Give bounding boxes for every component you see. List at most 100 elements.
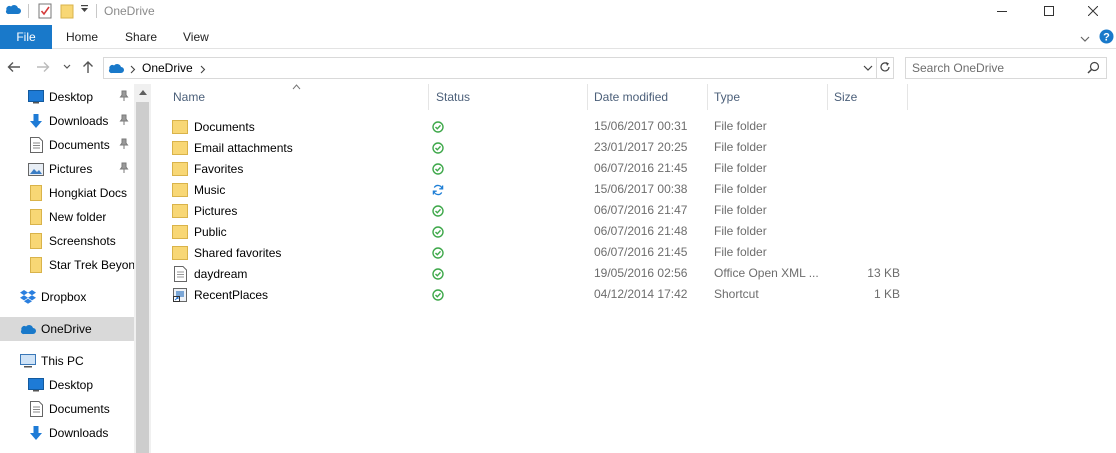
folder-icon [172, 224, 188, 240]
file-type: File folder [714, 119, 767, 133]
search-icon[interactable] [1087, 61, 1100, 77]
breadcrumb-onedrive[interactable]: OneDrive [142, 61, 193, 75]
pin-icon[interactable] [119, 114, 129, 129]
table-row[interactable]: Pictures 06/07/2016 21:47 File folder [172, 200, 912, 221]
desktop-icon [28, 89, 44, 105]
address-dropdown-chevron-icon[interactable] [860, 58, 876, 78]
file-type: File folder [714, 140, 767, 154]
title-bar: OneDrive [0, 0, 1116, 24]
search-box[interactable] [905, 57, 1107, 79]
synced-check-icon [432, 163, 444, 178]
table-row[interactable]: Public 06/07/2016 21:48 File folder [172, 221, 912, 242]
file-name: Email attachments [194, 141, 293, 155]
close-button[interactable] [1070, 0, 1116, 22]
breadcrumb-chevron-icon[interactable] [130, 63, 136, 77]
window-title: OneDrive [104, 4, 155, 18]
folder-icon [172, 203, 188, 219]
nav-item-screenshots[interactable]: Screenshots [0, 229, 134, 253]
column-header-size[interactable]: Size [827, 84, 907, 110]
nav-item-this-pc[interactable]: This PC [0, 349, 134, 373]
nav-item-hongkiat-docs[interactable]: Hongkiat Docs [0, 181, 134, 205]
folder-icon [172, 182, 188, 198]
table-row[interactable]: Email attachments 23/01/2017 20:25 File … [172, 137, 912, 158]
column-header-status[interactable]: Status [429, 84, 587, 110]
up-arrow-icon[interactable] [82, 58, 94, 76]
pictures-icon [28, 161, 44, 177]
back-arrow-icon[interactable] [7, 58, 21, 76]
file-name: Pictures [194, 204, 238, 218]
refresh-icon [879, 61, 891, 76]
file-name: Music [194, 183, 226, 197]
shortcut-icon [172, 287, 188, 303]
nav-item-pc-downloads[interactable]: Downloads [0, 421, 134, 445]
file-type: File folder [714, 224, 767, 238]
desktop-icon [28, 377, 44, 393]
nav-item-pictures[interactable]: Pictures [0, 157, 134, 181]
table-row[interactable]: daydream 19/05/2016 02:56 Office Open XM… [172, 263, 912, 284]
nav-item-desktop[interactable]: Desktop [0, 85, 134, 109]
synced-check-icon [432, 121, 444, 136]
file-date: 15/06/2017 00:31 [594, 119, 688, 133]
document-icon [28, 137, 44, 153]
search-input[interactable] [912, 61, 1082, 75]
file-date: 06/07/2016 21:48 [594, 224, 688, 238]
breadcrumb-chevron-icon[interactable] [200, 63, 206, 77]
expand-ribbon-chevron-icon[interactable] [1080, 32, 1090, 46]
nav-item-documents[interactable]: Documents [0, 133, 134, 157]
pin-icon[interactable] [119, 162, 129, 177]
forward-arrow-icon[interactable] [36, 58, 50, 76]
navigation-pane: Desktop Downloads Documents Pictures Hon… [0, 84, 152, 453]
pin-icon[interactable] [119, 90, 129, 105]
column-header-type[interactable]: Type [707, 84, 827, 110]
nav-item-pc-documents[interactable]: Documents [0, 397, 134, 421]
table-row[interactable]: RecentPlaces 04/12/2014 17:42 Shortcut 1… [172, 284, 912, 305]
address-bar[interactable]: OneDrive [103, 57, 877, 79]
synced-check-icon [432, 268, 444, 283]
scrollbar-thumb[interactable] [136, 102, 149, 453]
file-name: Documents [194, 120, 255, 134]
ribbon-tabs: File Home Share View ? [0, 25, 1116, 49]
tab-home[interactable]: Home [54, 25, 110, 49]
folder-icon [172, 140, 188, 156]
file-name: daydream [194, 267, 248, 281]
folder-icon [28, 209, 44, 225]
file-size: 1 KB [873, 287, 900, 301]
nav-item-dropbox[interactable]: Dropbox [0, 285, 134, 309]
table-row[interactable]: Favorites 06/07/2016 21:45 File folder [172, 158, 912, 179]
svg-text:?: ? [1103, 32, 1110, 44]
dropbox-icon [20, 289, 36, 305]
nav-item-new-folder[interactable]: New folder [0, 205, 134, 229]
pin-icon[interactable] [119, 138, 129, 153]
quick-access-separator [28, 4, 29, 18]
table-row[interactable]: Documents 15/06/2017 00:31 File folder [172, 116, 912, 137]
recent-locations-chevron-icon[interactable] [63, 58, 71, 76]
column-header-date-modified[interactable]: Date modified [587, 84, 707, 110]
navigation-pane-scrollbar[interactable] [134, 84, 151, 453]
file-name: RecentPlaces [194, 288, 269, 302]
file-date: 06/07/2016 21:45 [594, 245, 688, 259]
maximize-button[interactable] [1026, 0, 1072, 22]
new-folder-icon[interactable] [60, 3, 74, 19]
help-icon[interactable]: ? [1099, 29, 1114, 47]
nav-item-star-trek-beyond[interactable]: Star Trek Beyond [0, 253, 134, 277]
scroll-up-arrow-icon[interactable] [134, 84, 151, 101]
nav-item-onedrive[interactable]: OneDrive [0, 317, 134, 341]
file-type: Office Open XML ... [714, 266, 819, 280]
tab-file[interactable]: File [0, 25, 52, 49]
nav-item-downloads[interactable]: Downloads [0, 109, 134, 133]
refresh-button[interactable] [876, 57, 894, 79]
table-row[interactable]: Shared favorites 06/07/2016 21:45 File f… [172, 242, 912, 263]
minimize-button[interactable] [979, 0, 1025, 22]
properties-icon[interactable] [38, 3, 52, 19]
file-type: File folder [714, 245, 767, 259]
customize-toolbar-dropdown-icon[interactable] [80, 5, 89, 13]
column-divider[interactable] [907, 84, 908, 110]
tab-view[interactable]: View [171, 25, 221, 49]
document-icon [172, 266, 188, 282]
nav-item-pc-desktop[interactable]: Desktop [0, 373, 134, 397]
file-name: Shared favorites [194, 246, 282, 260]
folder-icon [172, 161, 188, 177]
file-type: Shortcut [714, 287, 759, 301]
table-row[interactable]: Music 15/06/2017 00:38 File folder [172, 179, 912, 200]
tab-share[interactable]: Share [113, 25, 169, 49]
